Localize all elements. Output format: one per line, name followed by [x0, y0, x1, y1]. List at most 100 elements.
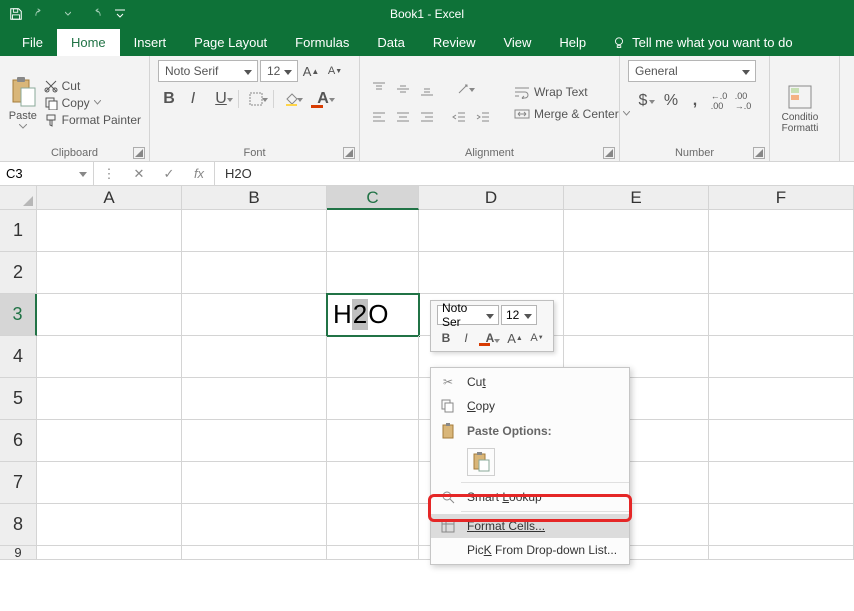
qat-customize[interactable] — [108, 2, 132, 26]
cell-c5[interactable] — [327, 378, 419, 420]
font-dialog-launcher[interactable] — [343, 147, 355, 159]
tell-me[interactable]: Tell me what you want to do — [600, 29, 804, 56]
cell-f1[interactable] — [709, 210, 854, 252]
tab-page-layout[interactable]: Page Layout — [180, 29, 281, 56]
col-header-f[interactable]: F — [709, 186, 854, 210]
cell-c1[interactable] — [327, 210, 419, 252]
cell-f9[interactable] — [709, 546, 854, 560]
cell-c6[interactable] — [327, 420, 419, 462]
save-button[interactable] — [4, 2, 28, 26]
conditional-formatting-button[interactable]: ConditioFormatti — [778, 60, 822, 157]
col-header-a[interactable]: A — [37, 186, 182, 210]
cell-c2[interactable] — [327, 252, 419, 294]
menu-format-cells[interactable]: Format Cells... — [431, 514, 629, 538]
row-header-3[interactable]: 3 — [0, 294, 37, 336]
paste-option-default[interactable] — [467, 448, 495, 476]
paste-button[interactable]: Paste — [8, 60, 38, 145]
decrease-indent-button[interactable] — [448, 106, 470, 128]
cell-a1[interactable] — [37, 210, 182, 252]
cell-b7[interactable] — [182, 462, 327, 504]
align-middle-button[interactable] — [392, 78, 414, 100]
font-color-button[interactable]: A — [308, 88, 338, 110]
row-header-5[interactable]: 5 — [0, 378, 37, 420]
cell-a2[interactable] — [37, 252, 182, 294]
cell-d1[interactable] — [419, 210, 564, 252]
font-size-select[interactable]: 12 — [260, 60, 298, 82]
undo-button[interactable] — [30, 2, 54, 26]
cell-e2[interactable] — [564, 252, 709, 294]
increase-indent-button[interactable] — [472, 106, 494, 128]
mini-increase-font-button[interactable]: A▲ — [505, 329, 525, 347]
cell-a9[interactable] — [37, 546, 182, 560]
cell-b3[interactable] — [182, 294, 327, 336]
accounting-format-button[interactable]: $ — [628, 90, 658, 112]
tab-formulas[interactable]: Formulas — [281, 29, 363, 56]
cell-b5[interactable] — [182, 378, 327, 420]
number-format-select[interactable]: General — [628, 60, 756, 82]
cell-c7[interactable] — [327, 462, 419, 504]
mini-decrease-font-button[interactable]: A▼ — [527, 329, 547, 347]
orientation-button[interactable] — [448, 78, 478, 100]
decrease-decimal-button[interactable]: .00→.0 — [732, 90, 754, 112]
align-left-button[interactable] — [368, 106, 390, 128]
fb-dropdown[interactable]: ⋮ — [94, 162, 124, 186]
tab-help[interactable]: Help — [545, 29, 600, 56]
cell-c4[interactable] — [327, 336, 419, 378]
copy-button[interactable]: Copy — [44, 96, 141, 110]
row-header-9[interactable]: 9 — [0, 546, 37, 560]
cell-a8[interactable] — [37, 504, 182, 546]
mini-font-name[interactable]: Noto Ser — [437, 305, 499, 325]
mini-bold-button[interactable]: B — [437, 329, 455, 347]
menu-cut[interactable]: ✂ Cut — [431, 370, 629, 394]
cell-f3[interactable] — [709, 294, 854, 336]
col-header-d[interactable]: D — [419, 186, 564, 210]
cell-f4[interactable] — [709, 336, 854, 378]
undo-dropdown[interactable] — [56, 2, 80, 26]
mini-font-size[interactable]: 12 — [501, 305, 537, 325]
fill-color-button[interactable] — [276, 88, 306, 110]
cell-a7[interactable] — [37, 462, 182, 504]
cancel-formula-button[interactable]: ✕ — [124, 162, 154, 186]
col-header-b[interactable]: B — [182, 186, 327, 210]
tab-insert[interactable]: Insert — [120, 29, 181, 56]
cell-a3[interactable] — [37, 294, 182, 336]
comma-button[interactable]: , — [684, 90, 706, 112]
cell-d2[interactable] — [419, 252, 564, 294]
align-top-button[interactable] — [368, 78, 390, 100]
row-header-8[interactable]: 8 — [0, 504, 37, 546]
cell-b9[interactable] — [182, 546, 327, 560]
cell-a5[interactable] — [37, 378, 182, 420]
cell-f8[interactable] — [709, 504, 854, 546]
tab-data[interactable]: Data — [363, 29, 418, 56]
menu-smart-lookup[interactable]: Smart Lookup — [431, 485, 629, 509]
tab-file[interactable]: File — [8, 29, 57, 56]
row-header-7[interactable]: 7 — [0, 462, 37, 504]
align-center-button[interactable] — [392, 106, 414, 128]
bold-button[interactable]: B — [158, 88, 180, 110]
col-header-c[interactable]: C — [327, 186, 419, 210]
cell-e1[interactable] — [564, 210, 709, 252]
cell-e3[interactable] — [564, 294, 709, 336]
mini-italic-button[interactable]: I — [457, 329, 475, 347]
cut-button[interactable]: Cut — [44, 79, 141, 93]
cell-c8[interactable] — [327, 504, 419, 546]
cell-f7[interactable] — [709, 462, 854, 504]
underline-button[interactable]: U — [206, 88, 236, 110]
cell-b8[interactable] — [182, 504, 327, 546]
cell-f6[interactable] — [709, 420, 854, 462]
format-painter-button[interactable]: Format Painter — [44, 113, 141, 127]
row-header-6[interactable]: 6 — [0, 420, 37, 462]
cell-b4[interactable] — [182, 336, 327, 378]
formula-input[interactable]: H2O — [215, 166, 252, 181]
cell-b1[interactable] — [182, 210, 327, 252]
font-name-select[interactable]: Noto Serif — [158, 60, 258, 82]
mini-font-color-button[interactable]: A — [477, 329, 503, 347]
menu-copy[interactable]: Copy — [431, 394, 629, 418]
insert-function-button[interactable]: fx — [184, 162, 214, 186]
increase-font-button[interactable]: A▲ — [300, 60, 322, 82]
cell-f5[interactable] — [709, 378, 854, 420]
increase-decimal-button[interactable]: ←.0.00 — [708, 90, 730, 112]
cell-a6[interactable] — [37, 420, 182, 462]
row-header-4[interactable]: 4 — [0, 336, 37, 378]
decrease-font-button[interactable]: A▼ — [324, 60, 346, 82]
